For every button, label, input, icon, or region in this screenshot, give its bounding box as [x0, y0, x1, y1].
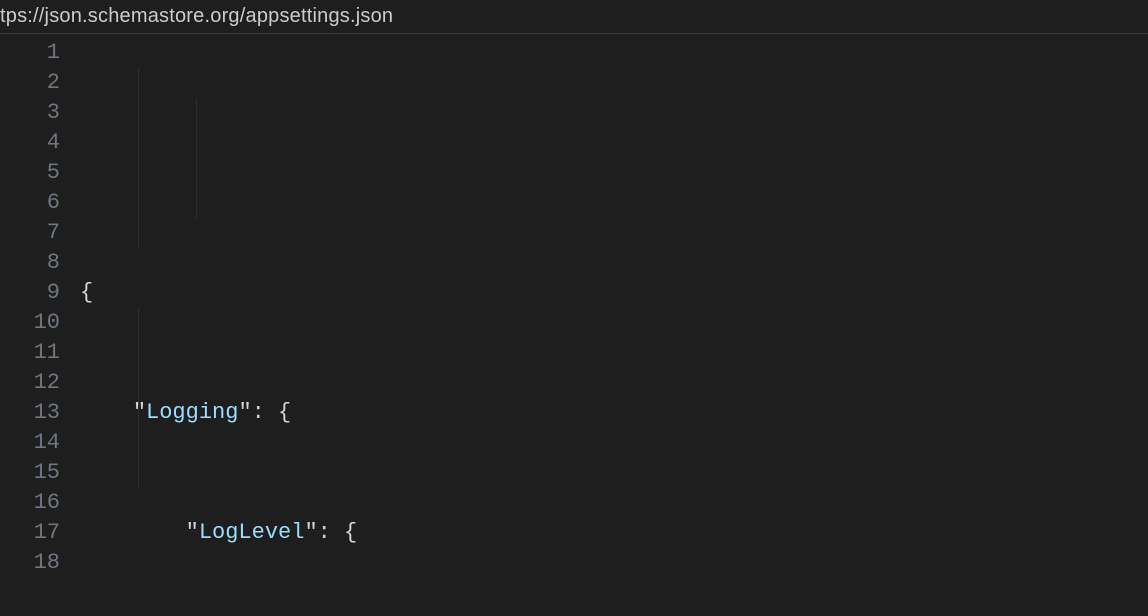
line-number: 18: [0, 548, 60, 578]
line-number: 10: [0, 308, 60, 338]
line-number: 17: [0, 518, 60, 548]
schema-url[interactable]: tps://json.schemastore.org/appsettings.j…: [0, 5, 393, 28]
code-line[interactable]: "Logging": {: [80, 398, 1148, 428]
line-number: 8: [0, 248, 60, 278]
line-number: 3: [0, 98, 60, 128]
json-key: LogLevel: [199, 520, 305, 545]
indent-guide: [138, 68, 139, 248]
line-number: 12: [0, 368, 60, 398]
line-number: 11: [0, 338, 60, 368]
schema-header: tps://json.schemastore.org/appsettings.j…: [0, 0, 1148, 34]
json-key: Logging: [146, 400, 238, 425]
line-number: 7: [0, 218, 60, 248]
line-number: 2: [0, 68, 60, 98]
line-number: 14: [0, 428, 60, 458]
line-number: 15: [0, 458, 60, 488]
code-editor[interactable]: 1 2 3 4 5 6 7 8 9 10 11 12 13 14 15 16 1…: [0, 34, 1148, 616]
code-line[interactable]: {: [80, 278, 1148, 308]
line-number: 1: [0, 38, 60, 68]
line-number: 5: [0, 158, 60, 188]
brace-open: {: [80, 280, 93, 305]
line-number: 13: [0, 398, 60, 428]
line-number-gutter: 1 2 3 4 5 6 7 8 9 10 11 12 13 14 15 16 1…: [0, 38, 80, 616]
line-number: 16: [0, 488, 60, 518]
indent-guide: [196, 98, 197, 218]
code-area[interactable]: { "Logging": { "LogLevel": { "Default": …: [80, 38, 1148, 616]
line-number: 6: [0, 188, 60, 218]
line-number: 4: [0, 128, 60, 158]
line-number: 9: [0, 278, 60, 308]
code-line[interactable]: "LogLevel": {: [80, 518, 1148, 548]
